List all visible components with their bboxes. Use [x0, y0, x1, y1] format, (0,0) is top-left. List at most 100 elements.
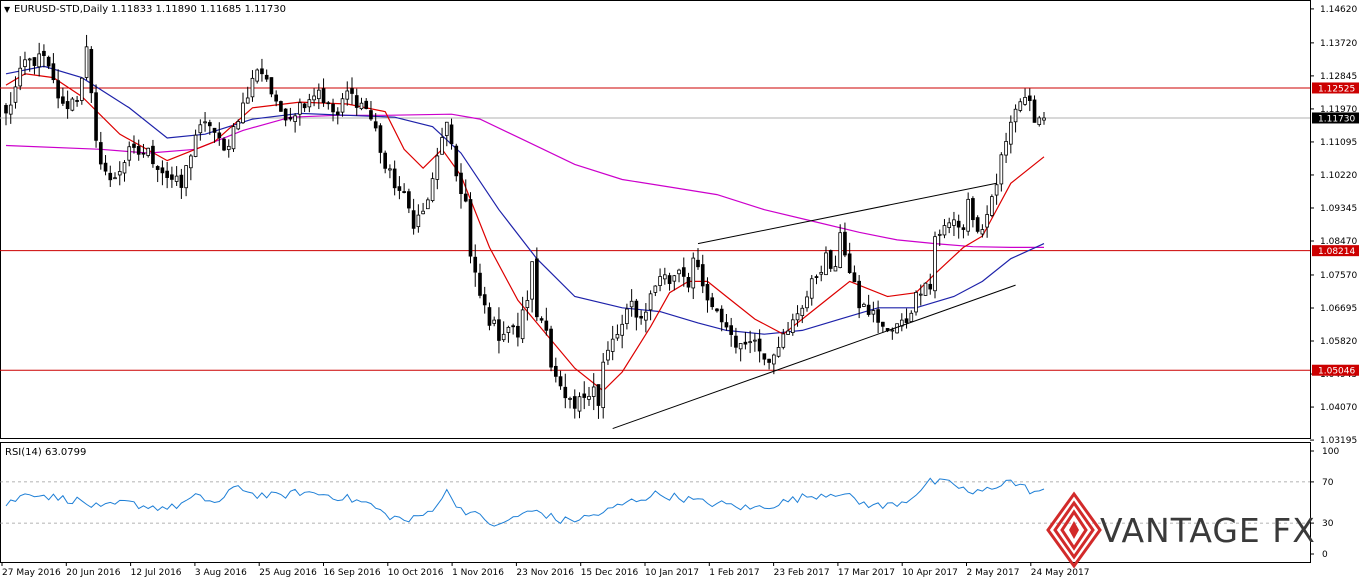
candle [610, 325, 615, 361]
main-plot-frame [0, 0, 1311, 439]
candle [89, 46, 94, 103]
candle [1023, 88, 1027, 106]
price-tick-label: 1.07570 [1320, 271, 1357, 281]
candle [440, 127, 444, 155]
candle [1018, 98, 1023, 113]
level-price-boxes: 1.12525 1.08214 1.05046 [1312, 82, 1359, 377]
candle [65, 90, 70, 119]
candle [94, 84, 98, 148]
candle [539, 316, 544, 324]
candle [719, 305, 724, 332]
candle [497, 307, 501, 354]
candle [715, 307, 719, 313]
current-price-label: 1.11730 [1318, 114, 1355, 124]
price-tick-label: 1.03195 [1320, 436, 1357, 446]
time-axis: 27 May 2016 20 Jun 2016 12 Jul 2016 3 Aug 2… [1, 562, 1090, 578]
candle [298, 98, 302, 126]
candle [1032, 95, 1037, 123]
trend-line[interactable] [697, 182, 997, 245]
time-tick-label: 25 Aug 2016 [259, 568, 317, 578]
time-tick-label: 23 Feb 2017 [774, 568, 830, 578]
candle [696, 248, 700, 270]
time-tick-label: 1 Nov 2016 [452, 568, 504, 578]
candle [293, 113, 297, 133]
price-tick-label: 1.10220 [1320, 171, 1357, 181]
candle [691, 252, 696, 300]
level-price-label: 1.08214 [1318, 247, 1355, 257]
candle [184, 165, 188, 197]
candle [572, 389, 577, 419]
candle [549, 325, 553, 372]
candle [634, 298, 639, 331]
candle [117, 161, 122, 186]
time-tick-label: 17 Mar 2017 [838, 568, 895, 578]
candle [283, 108, 288, 127]
candle [833, 255, 838, 272]
candle [501, 321, 506, 342]
candle [748, 330, 752, 354]
candle [279, 100, 283, 112]
candle [582, 381, 587, 410]
candle [596, 384, 601, 419]
vantage-logo-icon [1046, 491, 1102, 569]
rsi-tick-label: 0 [1322, 550, 1328, 560]
candle [160, 160, 165, 186]
candle [482, 286, 487, 314]
candle [151, 139, 155, 168]
candle [492, 316, 497, 327]
candle [786, 321, 790, 335]
candle [32, 57, 37, 75]
chart[interactable]: 1.146201.137201.128451.119701.110951.102… [0, 0, 1361, 581]
candle [828, 249, 833, 272]
time-tick-label: 16 Sep 2016 [324, 568, 381, 578]
candle [241, 92, 245, 124]
price-tick-label: 1.11095 [1320, 138, 1357, 148]
collapse-triangle-icon[interactable]: ▼ [4, 5, 11, 14]
candle [454, 143, 459, 182]
candle [520, 296, 525, 343]
level-price-label: 1.12525 [1318, 84, 1355, 94]
candle [729, 317, 734, 347]
time-tick-label: 27 May 2016 [2, 568, 61, 578]
candle [56, 69, 60, 109]
trend-line[interactable] [612, 284, 1016, 430]
current-price-box: 1.11730 [1312, 112, 1359, 124]
candle [354, 88, 359, 116]
candle [904, 308, 909, 329]
candle [530, 261, 534, 313]
candle [956, 214, 961, 239]
candle [700, 254, 705, 294]
candle [136, 139, 141, 161]
candle [767, 358, 771, 370]
candle [141, 143, 146, 158]
candle [961, 224, 966, 239]
candle [264, 69, 269, 82]
time-tick-label: 20 Jun 2016 [66, 568, 120, 578]
candle [895, 323, 899, 334]
rsi-tick-label: 70 [1322, 478, 1334, 488]
candle [468, 192, 473, 264]
candle [18, 56, 23, 91]
candle [108, 165, 113, 187]
candle [478, 263, 482, 299]
candle [435, 147, 440, 190]
candle [42, 44, 46, 68]
candle [80, 77, 84, 105]
time-tick-label: 24 May 2017 [1031, 568, 1090, 578]
candle [444, 121, 449, 147]
candle [947, 217, 952, 234]
candle [350, 77, 354, 105]
time-tick-label: 1 Feb 2017 [709, 568, 759, 578]
candle [809, 275, 814, 306]
candle [165, 161, 169, 189]
candle [416, 204, 421, 233]
candle [132, 135, 136, 154]
candle [942, 219, 947, 239]
candle [122, 160, 127, 182]
vantage-fx-logo: VANTAGE FX [1046, 491, 1315, 569]
candle [8, 92, 13, 124]
candle [914, 290, 918, 316]
price-tick-label: 1.05820 [1320, 337, 1357, 347]
candle [710, 292, 715, 310]
candle [975, 215, 980, 234]
